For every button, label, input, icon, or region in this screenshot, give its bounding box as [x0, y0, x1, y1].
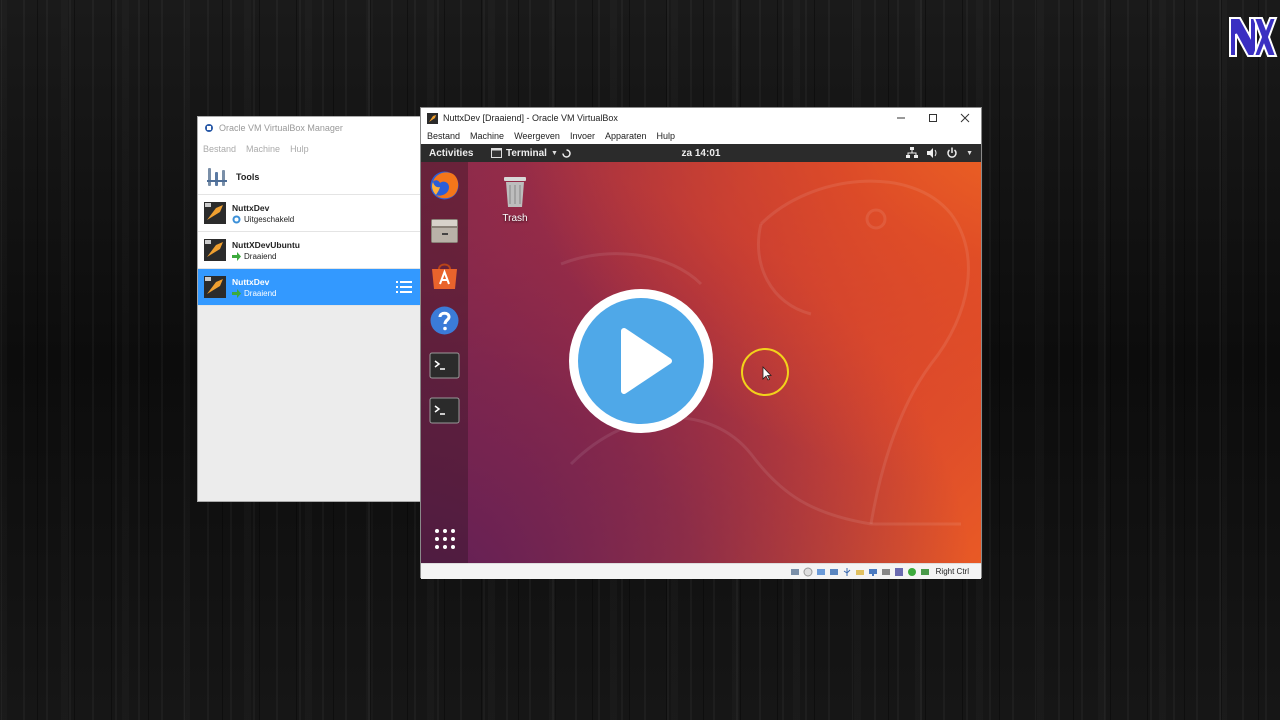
- guest-display[interactable]: Activities Terminal ▼ za 14:01 ▼ Trash: [421, 144, 981, 563]
- manager-titlebar: Oracle VM VirtualBox Manager: [198, 117, 420, 139]
- vm-state-text: Uitgeschakeld: [244, 214, 295, 224]
- usb-icon[interactable]: [842, 567, 852, 577]
- menu-hulp[interactable]: Hulp: [290, 144, 309, 154]
- tools-label: Tools: [236, 171, 260, 182]
- menu-invoer[interactable]: Invoer: [570, 131, 595, 141]
- help-icon[interactable]: [429, 305, 460, 336]
- vm-statusbar: Right Ctrl: [421, 563, 981, 579]
- menu-hulp[interactable]: Hulp: [657, 131, 676, 141]
- virtualbox-manager-window: Oracle VM VirtualBox Manager Bestand Mac…: [197, 116, 421, 502]
- software-center-icon[interactable]: [429, 260, 460, 291]
- vm-name: NuttxDev: [232, 276, 270, 287]
- vm-window: NuttxDev [Draaiend] - Oracle VM VirtualB…: [420, 107, 982, 579]
- firefox-icon[interactable]: [429, 170, 460, 201]
- vm-window-title: NuttxDev [Draaiend] - Oracle VM VirtualB…: [443, 113, 618, 123]
- trash-label: Trash: [502, 213, 528, 224]
- trash-desktop-icon[interactable]: Trash: [498, 174, 532, 224]
- app-menu[interactable]: Terminal ▼: [491, 148, 571, 159]
- menu-bestand[interactable]: Bestand: [203, 144, 236, 154]
- menu-machine[interactable]: Machine: [470, 131, 504, 141]
- vm-os-icon: [204, 239, 226, 261]
- vm-name: NuttxDev: [232, 202, 270, 213]
- files-icon[interactable]: [429, 215, 460, 246]
- volume-icon: [927, 148, 937, 158]
- vm-os-icon: [204, 202, 226, 224]
- virtualbox-icon: [205, 124, 213, 132]
- close-button[interactable]: [949, 108, 981, 128]
- recording-icon[interactable]: [881, 567, 891, 577]
- tools-icon: [207, 167, 227, 186]
- menu-apparaten[interactable]: Apparaten: [605, 131, 647, 141]
- ubuntu-dock: [421, 162, 468, 563]
- close-icon: [960, 113, 970, 123]
- mouse-integration-icon[interactable]: [907, 567, 917, 577]
- menu-machine[interactable]: Machine: [246, 144, 280, 154]
- vm-item-nuttxdev-selected[interactable]: NuttxDev Draaiend: [198, 269, 420, 306]
- terminal-icon[interactable]: [429, 350, 460, 381]
- running-arrow-icon: [232, 251, 241, 261]
- vm-state: Uitgeschakeld: [232, 215, 294, 224]
- vt-x-icon[interactable]: [894, 567, 904, 577]
- nx-logo: [1229, 17, 1278, 57]
- maximize-icon: [929, 114, 937, 122]
- running-arrow-icon: [232, 288, 241, 298]
- menu-weergeven[interactable]: Weergeven: [514, 131, 560, 141]
- host-key-label: Right Ctrl: [935, 567, 969, 576]
- minimize-button[interactable]: [885, 108, 917, 128]
- chevron-down-icon: ▼: [966, 149, 973, 157]
- manager-title: Oracle VM VirtualBox Manager: [219, 123, 343, 133]
- menu-bestand[interactable]: Bestand: [427, 131, 460, 141]
- keyboard-capture-icon[interactable]: [920, 567, 930, 577]
- terminal-icon[interactable]: [429, 395, 460, 426]
- chevron-down-icon: ▼: [550, 149, 558, 157]
- manager-menubar: Bestand Machine Hulp: [198, 139, 420, 159]
- display-icon[interactable]: [868, 567, 878, 577]
- activities-button[interactable]: Activities: [421, 148, 491, 159]
- network-adapter-icon[interactable]: [829, 567, 839, 577]
- app-menu-label: Terminal: [506, 147, 547, 159]
- vm-state: Draaiend: [232, 251, 300, 261]
- powered-off-icon: [232, 215, 241, 223]
- mouse-cursor-highlight-icon: [741, 348, 789, 396]
- vm-os-icon: [427, 112, 438, 124]
- loading-spinner-icon: [562, 148, 571, 158]
- network-icon: [906, 147, 919, 158]
- hard-disk-icon[interactable]: [790, 567, 800, 577]
- shared-folders-icon[interactable]: [855, 567, 865, 577]
- vm-titlebar: NuttxDev [Draaiend] - Oracle VM VirtualB…: [421, 108, 981, 128]
- tools-item[interactable]: Tools: [198, 159, 420, 195]
- vm-item-nuttxdev-1[interactable]: NuttxDev Uitgeschakeld: [198, 195, 420, 232]
- trash-icon: [504, 177, 526, 207]
- minimize-icon: [897, 117, 905, 119]
- gnome-topbar: Activities Terminal ▼ za 14:01 ▼: [421, 144, 981, 162]
- list-menu-icon[interactable]: [396, 280, 412, 294]
- vm-state-text: Draaiend: [244, 288, 277, 298]
- vm-state: Draaiend: [232, 288, 277, 298]
- vm-list: Tools NuttxDev Uitgeschakeld NuttXDevUbu…: [198, 159, 420, 306]
- audio-icon[interactable]: [816, 567, 826, 577]
- show-applications-icon[interactable]: [433, 527, 457, 551]
- vm-os-icon: [204, 276, 226, 298]
- system-tray[interactable]: ▼: [906, 147, 973, 159]
- vm-item-nuttxdevubuntu[interactable]: NuttXDevUbuntu Draaiend: [198, 232, 420, 269]
- vm-menubar: Bestand Machine Weergeven Invoer Apparat…: [421, 128, 981, 144]
- power-icon: [947, 147, 957, 158]
- vm-name: NuttXDevUbuntu: [232, 239, 300, 250]
- terminal-small-icon: [491, 148, 502, 158]
- vm-state-text: Draaiend: [244, 251, 277, 261]
- play-icon[interactable]: [567, 287, 715, 435]
- maximize-button[interactable]: [917, 108, 949, 128]
- optical-drive-icon[interactable]: [803, 567, 813, 577]
